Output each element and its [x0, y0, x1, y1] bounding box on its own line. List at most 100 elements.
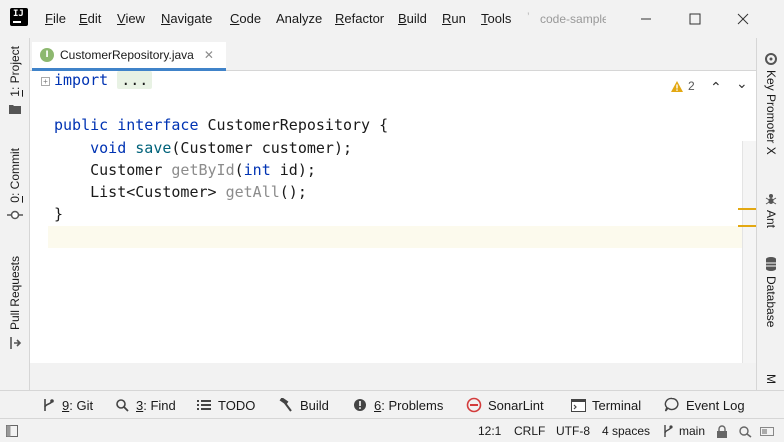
key-promoter-tool-tab[interactable]: Key Promoter X	[757, 52, 784, 155]
warning-marker[interactable]	[738, 208, 756, 210]
database-label: Database	[764, 276, 778, 328]
project-tab-label: 1: Project	[8, 46, 22, 97]
right-tool-strip: Key Promoter X Ant Database M	[756, 38, 784, 390]
menu-bar: IJ File Edit View Navigate Code Analyze …	[0, 0, 784, 38]
terminal-icon	[570, 397, 586, 413]
commit-tab-label: 0: Commit	[8, 148, 22, 203]
warning-count: 2	[688, 79, 695, 93]
menu-navigate[interactable]: Navigate	[161, 11, 212, 26]
menu-file[interactable]: File	[45, 11, 66, 26]
tool-find-label: 3: Find	[136, 397, 176, 413]
editor-gutter	[30, 71, 48, 363]
menu-edit[interactable]: Edit	[79, 11, 101, 26]
database-tool-tab[interactable]: Database	[757, 256, 784, 327]
sonarlint-icon	[466, 397, 482, 413]
branch-icon	[664, 425, 673, 437]
intellij-logo-icon[interactable]: IJ	[8, 6, 30, 28]
tool-find[interactable]: 3: Find	[114, 396, 176, 414]
ant-tool-tab[interactable]: Ant	[757, 192, 784, 228]
menu-refactor[interactable]: Refactor	[335, 11, 384, 26]
warning-marker[interactable]	[738, 225, 756, 227]
git-branch-widget[interactable]: main	[662, 424, 705, 438]
code-line-declaration: public interface CustomerRepository {	[54, 116, 389, 134]
maximize-icon	[689, 13, 701, 25]
status-bar: 12:1 CRLF UTF-8 4 spaces main	[0, 418, 784, 442]
left-tool-strip: 1: Project 0: Commit Pull Requests	[0, 38, 30, 390]
code-line-import: import ...	[54, 69, 153, 91]
tool-terminal[interactable]: Terminal	[570, 396, 641, 414]
code-line-get-all: List<Customer> getAll();	[90, 183, 307, 201]
project-title: code-sample	[540, 12, 606, 26]
editor-tab-customer-repository[interactable]: I CustomerRepository.java ✕	[32, 42, 226, 71]
close-button[interactable]	[732, 8, 754, 30]
list-icon	[196, 397, 212, 413]
editor-tab-label: CustomerRepository.java	[60, 48, 194, 62]
tool-event-log[interactable]: Event Log	[664, 396, 745, 414]
next-highlight-icon[interactable]: ⌄	[736, 75, 748, 92]
warning-icon	[671, 80, 683, 92]
pull-request-icon	[10, 337, 22, 350]
line-separator[interactable]: CRLF	[514, 424, 545, 438]
menu-build[interactable]: Build	[398, 11, 427, 26]
tool-git-label: 9: Git	[62, 397, 94, 413]
fold-expand-icon[interactable]: +	[41, 77, 50, 86]
branch-name: main	[679, 424, 706, 438]
hammer-icon	[278, 397, 294, 413]
editor-tab-bar: I CustomerRepository.java ✕	[30, 38, 756, 71]
java-interface-icon: I	[40, 48, 54, 62]
bottom-bar-left-corner	[0, 390, 30, 418]
menu-run[interactable]: Run	[442, 11, 466, 26]
project-tool-tab[interactable]: 1: Project	[0, 46, 30, 115]
toggle-tool-windows-icon[interactable]	[6, 425, 18, 437]
ant-icon	[765, 194, 777, 205]
tool-window-bar: 9: Git 3: Find TODO Build 6: Problems So…	[30, 390, 756, 418]
minimize-button[interactable]	[635, 8, 657, 30]
memory-indicator-icon[interactable]	[760, 425, 774, 438]
tool-build[interactable]: Build	[278, 396, 329, 414]
event-log-icon	[664, 397, 680, 413]
current-line-highlight	[48, 226, 756, 248]
partial-tool-tab[interactable]: M	[757, 374, 784, 384]
code-line-get-by-id: Customer getById(int id);	[90, 161, 316, 179]
indent-setting[interactable]: 4 spaces	[602, 424, 650, 438]
tool-build-label: Build	[300, 397, 329, 413]
previous-highlight-icon[interactable]: ⌃	[710, 79, 722, 96]
tool-event-log-label: Event Log	[686, 397, 745, 413]
menu-tools[interactable]: Tools	[481, 11, 511, 26]
git-branch-icon	[40, 397, 56, 413]
commit-icon	[7, 210, 23, 219]
bottom-bar-right-corner	[756, 390, 784, 418]
minimize-icon	[641, 18, 651, 20]
title-separator: ’	[527, 10, 530, 24]
lock-icon[interactable]	[716, 425, 728, 438]
close-tab-icon[interactable]: ✕	[204, 48, 214, 62]
search-icon	[114, 397, 130, 413]
close-icon	[737, 13, 749, 25]
menu-view[interactable]: View	[117, 11, 145, 26]
tool-problems[interactable]: 6: Problems	[352, 396, 443, 414]
inspection-widget[interactable]: 2	[670, 79, 695, 93]
code-editor[interactable]: + import ... public interface CustomerRe…	[30, 71, 756, 363]
maximize-button[interactable]	[684, 8, 706, 30]
folder-icon	[9, 104, 21, 114]
tool-git[interactable]: 9: Git	[40, 396, 93, 414]
ant-label: Ant	[764, 210, 778, 229]
tool-todo[interactable]: TODO	[196, 396, 255, 414]
key-promoter-label: Key Promoter X	[764, 70, 778, 155]
code-line-save: void save(Customer customer);	[90, 139, 353, 157]
folded-imports[interactable]: ...	[117, 71, 153, 89]
inspector-icon[interactable]	[738, 425, 752, 438]
editor-scrollbar[interactable]	[742, 141, 756, 363]
commit-tool-tab[interactable]: 0: Commit	[0, 148, 30, 221]
pull-requests-tool-tab[interactable]: Pull Requests	[0, 256, 30, 350]
info-icon	[352, 397, 368, 413]
menu-code[interactable]: Code	[230, 11, 261, 26]
caret-position[interactable]: 12:1	[478, 424, 501, 438]
database-icon	[766, 257, 776, 271]
partial-tab-label: M	[764, 374, 778, 384]
tool-sonarlint[interactable]: SonarLint	[466, 396, 544, 414]
code-line-close-brace: }	[54, 205, 64, 223]
pull-requests-tab-label: Pull Requests	[8, 256, 22, 331]
file-encoding[interactable]: UTF-8	[556, 424, 590, 438]
menu-analyze[interactable]: Analyze	[276, 11, 322, 26]
